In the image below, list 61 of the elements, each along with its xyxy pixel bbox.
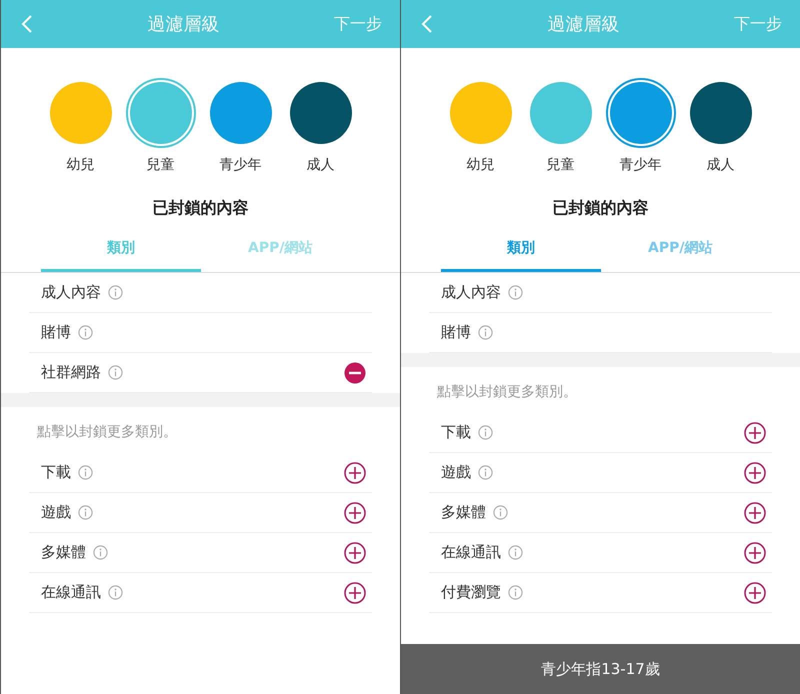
category-label: 在線通訊 <box>41 583 101 602</box>
category-label: 賭博 <box>41 323 71 342</box>
category-label: 在線通訊 <box>441 543 501 562</box>
hint-text: 點擊以封鎖更多類別。 <box>436 383 578 402</box>
next-button[interactable]: 下一步 <box>334 14 382 34</box>
section-title: 已封鎖的內容 <box>552 197 650 219</box>
category-label: 成人內容 <box>441 283 501 302</box>
screen-title: 過濾層級 <box>146 13 220 36</box>
tab[interactable]: APP/網站 <box>200 229 360 272</box>
add-icon[interactable] <box>744 422 766 444</box>
info-icon[interactable] <box>478 465 493 480</box>
info-icon[interactable] <box>78 505 93 520</box>
level-label: 成人 <box>706 156 734 174</box>
tab[interactable]: APP/網站 <box>600 229 760 272</box>
add-icon[interactable] <box>744 542 766 564</box>
category-label: 多媒體 <box>41 543 86 562</box>
category-label: 賭博 <box>441 323 471 342</box>
info-icon[interactable] <box>78 325 93 340</box>
back-icon[interactable] <box>21 14 33 34</box>
info-icon[interactable] <box>508 285 523 300</box>
info-icon[interactable] <box>478 425 493 440</box>
hint-text: 點擊以封鎖更多類別。 <box>36 423 178 442</box>
add-icon[interactable] <box>344 462 366 484</box>
info-icon[interactable] <box>108 585 123 600</box>
level-label: 成人 <box>306 156 334 174</box>
info-icon[interactable] <box>108 365 123 380</box>
info-icon[interactable] <box>478 325 493 340</box>
toast-message: 青少年指13-17歲 <box>401 644 800 694</box>
level-label: 青少年 <box>620 156 662 174</box>
screen-title: 過濾層級 <box>546 13 620 36</box>
tab[interactable]: 類別 <box>441 229 600 272</box>
category-label: 遊戲 <box>41 503 71 522</box>
category-label: 社群網路 <box>41 363 101 382</box>
add-icon[interactable] <box>744 462 766 484</box>
remove-icon[interactable] <box>344 362 366 384</box>
info-icon[interactable] <box>508 545 523 560</box>
back-icon[interactable] <box>421 14 433 34</box>
add-icon[interactable] <box>344 542 366 564</box>
category-label: 多媒體 <box>441 503 486 522</box>
section-title: 已封鎖的內容 <box>152 197 250 219</box>
add-icon[interactable] <box>744 502 766 524</box>
level-label: 幼兒 <box>66 156 94 174</box>
info-icon[interactable] <box>508 585 523 600</box>
add-icon[interactable] <box>744 582 766 604</box>
level-label: 幼兒 <box>466 156 494 174</box>
category-label: 下載 <box>41 463 71 482</box>
level-label: 兒童 <box>546 156 574 174</box>
info-icon[interactable] <box>93 545 108 560</box>
level-label: 兒童 <box>146 156 174 174</box>
info-icon[interactable] <box>108 285 123 300</box>
add-icon[interactable] <box>344 582 366 604</box>
category-label: 下載 <box>441 423 471 442</box>
category-label: 成人內容 <box>41 283 101 302</box>
level-label: 青少年 <box>220 156 262 174</box>
category-label: 付費瀏覽 <box>441 583 501 602</box>
info-icon[interactable] <box>493 505 508 520</box>
add-icon[interactable] <box>344 502 366 524</box>
info-icon[interactable] <box>78 465 93 480</box>
category-label: 遊戲 <box>441 463 471 482</box>
tab[interactable]: 類別 <box>41 229 200 272</box>
next-button[interactable]: 下一步 <box>734 14 782 34</box>
